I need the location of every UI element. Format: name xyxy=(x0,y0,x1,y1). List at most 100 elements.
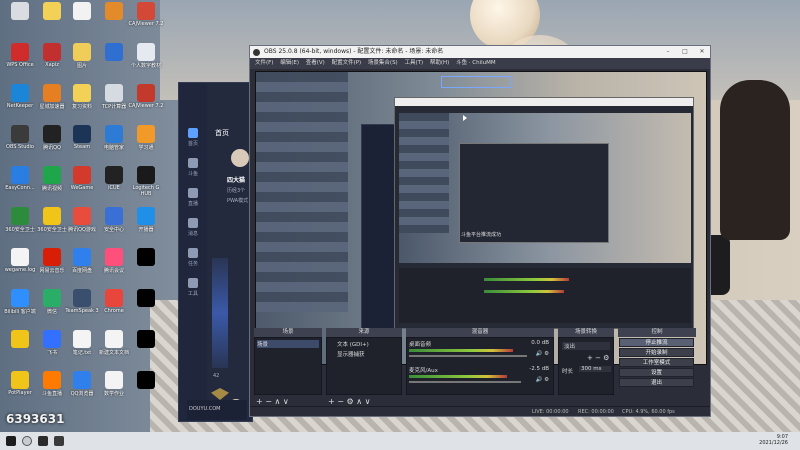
desktop-icon[interactable]: NetKeeper xyxy=(2,84,38,109)
desktop-icon[interactable] xyxy=(2,2,38,21)
search-icon[interactable] xyxy=(22,436,32,446)
menu-help[interactable]: 帮助(H) xyxy=(430,60,449,66)
menu-douyu[interactable]: 斗鱼 · ChiluMM xyxy=(456,60,496,66)
avatar[interactable] xyxy=(231,149,249,167)
volume-meter xyxy=(409,375,507,378)
nav-live[interactable]: 直播 xyxy=(183,188,203,207)
task-view-icon[interactable] xyxy=(38,436,48,446)
desktop-icon[interactable]: Steam xyxy=(64,125,100,150)
desktop-icon[interactable]: EasyConn... xyxy=(2,166,38,191)
close-icon[interactable]: ✕ xyxy=(694,46,710,58)
desktop-icon[interactable]: wegame.log xyxy=(2,248,38,273)
menu-edit[interactable]: 编辑(E) xyxy=(280,60,299,66)
nav-tools[interactable]: 工具 xyxy=(183,278,203,297)
desktop-icon[interactable]: 腾讯会议 xyxy=(96,248,132,274)
transition-controls[interactable]: + − ⚙ xyxy=(587,354,609,362)
desktop-icon[interactable] xyxy=(64,2,100,21)
desktop-icon[interactable]: 复习资料 xyxy=(64,84,100,110)
exit-button[interactable]: 退出 xyxy=(619,378,694,387)
controls-dock-title: 控制 xyxy=(618,328,696,337)
desktop-icon[interactable]: 新建文本文档 xyxy=(96,330,132,356)
desktop-icon[interactable]: 笔记.txt xyxy=(64,330,100,356)
app-icon xyxy=(43,371,61,389)
menu-profile[interactable]: 配置文件(P) xyxy=(332,60,362,66)
nav-home[interactable]: 首页 xyxy=(183,128,203,147)
menu-file[interactable]: 文件(F) xyxy=(255,60,273,66)
desktop-icon[interactable]: Logitech G HUB xyxy=(128,166,164,197)
desktop-icon[interactable]: 图片 xyxy=(64,43,100,69)
obs-preview[interactable]: 斗鱼平台推流成功 xyxy=(255,71,707,365)
desktop-icon[interactable]: CAJViewer 7.2 xyxy=(128,2,164,27)
nav-messages[interactable]: 消息 xyxy=(183,218,203,237)
nested-meter xyxy=(484,290,564,293)
desktop-icon[interactable]: WeGame xyxy=(64,166,100,191)
desktop-icon[interactable] xyxy=(128,330,164,349)
windows-start-icon[interactable] xyxy=(6,436,16,446)
desktop-icon[interactable]: 学习通 xyxy=(128,125,164,151)
desktop-icon[interactable]: 腾讯QQ游戏 xyxy=(64,207,100,233)
desktop-icon[interactable]: QQ浏览器 xyxy=(64,371,100,397)
speaker-icon[interactable]: 🔊 ⚙ xyxy=(535,377,549,383)
desktop-icon-label: TCP计算器 xyxy=(101,104,127,110)
desktop-icon[interactable]: Bilibili 客户端 xyxy=(2,289,38,315)
duration-input[interactable]: 300 ms xyxy=(579,366,611,372)
source-item[interactable]: 显示器捕获 xyxy=(337,350,365,358)
duration-label: 时长 xyxy=(562,369,574,375)
transition-select[interactable]: 淡出 xyxy=(562,342,610,350)
desktop-icon[interactable] xyxy=(2,330,38,349)
desktop-icon[interactable]: 个人数字教材 xyxy=(128,43,164,69)
desktop-icon[interactable] xyxy=(128,289,164,308)
stop-streaming-button[interactable]: 停止推流 xyxy=(619,338,694,347)
desktop-icon-label: 开播器 xyxy=(138,227,154,233)
desktop-icon-label: 腾讯会议 xyxy=(103,268,124,274)
app-icon xyxy=(11,2,29,20)
scene-item[interactable]: 场景 xyxy=(257,340,319,348)
scene-add-remove-controls[interactable]: + − ∧ ∨ xyxy=(256,397,289,406)
nav-douyu[interactable]: 斗鱼 xyxy=(183,158,203,177)
desktop-icon[interactable] xyxy=(128,371,164,390)
desktop-icon[interactable] xyxy=(96,43,132,62)
desktop-icon[interactable]: 360安全卫士 xyxy=(2,207,38,233)
app-icon xyxy=(73,330,91,348)
desktop-icon-label: EasyConn... xyxy=(5,185,35,191)
app-icon xyxy=(73,43,91,61)
app-icon xyxy=(137,125,155,143)
obs-taskbar-icon[interactable] xyxy=(54,436,64,446)
desktop-icon[interactable] xyxy=(96,2,132,21)
desktop-icon[interactable]: CAJViewer 7.2 xyxy=(128,84,164,109)
desktop-icon[interactable]: TCP计算器 xyxy=(96,84,132,110)
desktop-icon[interactable]: 安全中心 xyxy=(96,207,132,233)
menu-tools[interactable]: 工具(T) xyxy=(404,60,423,66)
app-icon xyxy=(105,125,123,143)
nested-obs-window-2 xyxy=(459,143,609,243)
desktop-icon[interactable]: PotPlayer xyxy=(2,371,38,396)
app-icon xyxy=(105,289,123,307)
obs-titlebar: OBS 25.0.8 (64-bit, windows) - 配置文件: 未命名… xyxy=(250,46,710,58)
nav-tasks[interactable]: 任务 xyxy=(183,248,203,267)
desktop-icon[interactable]: Chrome xyxy=(96,289,132,314)
desktop-icon[interactable] xyxy=(128,248,164,267)
desktop-icon[interactable]: 电脑管家 xyxy=(96,125,132,151)
speaker-icon[interactable]: 🔊 ⚙ xyxy=(535,351,549,357)
desktop-icon[interactable]: 百度网盘 xyxy=(64,248,100,274)
desktop-icon[interactable]: iCUE xyxy=(96,166,132,191)
menu-scene-collection[interactable]: 场景集合(S) xyxy=(368,60,398,66)
desktop-icon[interactable]: WPS Office xyxy=(2,43,38,68)
volume-slider[interactable] xyxy=(409,381,521,383)
minimize-icon[interactable]: – xyxy=(660,46,676,58)
studio-mode-button[interactable]: 工作室模式 xyxy=(619,358,694,367)
start-recording-button[interactable]: 开始录制 xyxy=(619,348,694,357)
source-item[interactable]: 文本 (GDI+) xyxy=(337,340,369,348)
desktop-icon[interactable]: OBS Studio xyxy=(2,125,38,150)
volume-slider[interactable] xyxy=(409,355,527,357)
page-title: 首页 xyxy=(215,129,229,137)
settings-button[interactable]: 设置 xyxy=(619,368,694,377)
menu-view[interactable]: 查看(V) xyxy=(306,60,325,66)
desktop-icon-label: wegame.log xyxy=(4,267,36,273)
desktop-icon[interactable]: 数学作业 xyxy=(96,371,132,397)
maximize-icon[interactable]: □ xyxy=(677,46,693,58)
source-add-remove-controls[interactable]: + − ⚙ ∧ ∨ xyxy=(328,397,370,406)
desktop-icon[interactable]: 开播器 xyxy=(128,207,164,233)
room-id-watermark: 6393631 xyxy=(6,412,65,426)
desktop-icon[interactable]: TeamSpeak 3 xyxy=(64,289,100,314)
